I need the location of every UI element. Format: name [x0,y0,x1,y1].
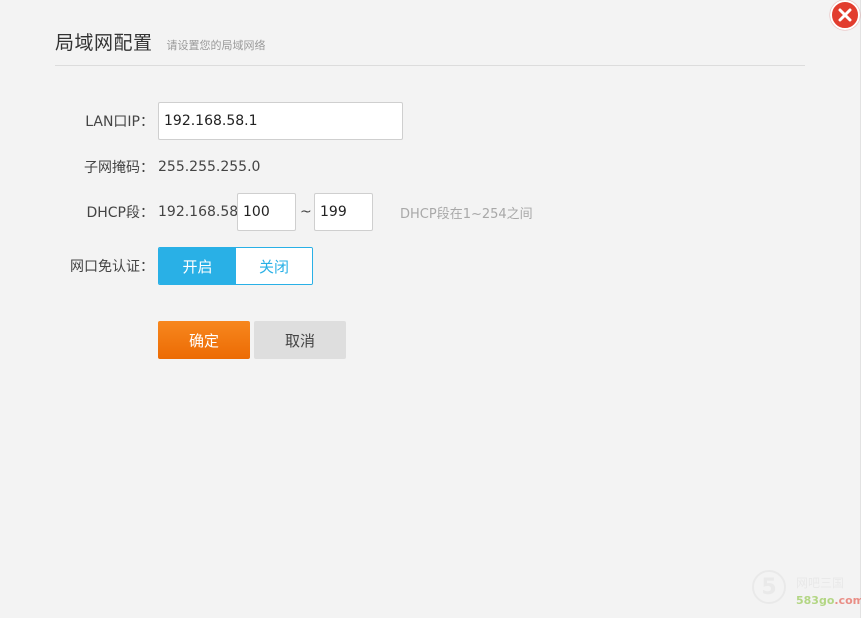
auth-free-row: 网口免认证： [0,247,160,285]
dhcp-row: DHCP段： 192.168.58. ~ DHCP段在1~254之间 [0,193,600,231]
confirm-button[interactable]: 确定 [158,321,250,359]
lan-ip-input[interactable] [158,102,403,140]
lan-ip-label: LAN口IP： [85,114,154,130]
dhcp-start-input[interactable] [237,193,296,231]
dialog-title: 局域网配置 [55,32,153,54]
watermark-text: 网吧三国 [796,576,845,590]
subnet-row: 子网掩码： 255.255.255.0 [0,156,420,178]
dhcp-hint: DHCP段在1~254之间 [400,206,533,222]
watermark-site-prefix: 583go [796,594,835,607]
toggle-on-option[interactable]: 开启 [159,248,236,284]
toggle-off-option[interactable]: 关闭 [236,248,312,284]
cancel-button[interactable]: 取消 [254,321,346,359]
dialog-header: 局域网配置 请设置您的局域网络 [55,28,266,55]
close-button[interactable] [830,0,860,30]
dhcp-separator: ~ [300,204,312,220]
watermark-logo: 5 网吧三国 583go.com [752,570,861,614]
auth-free-toggle: 开启 关闭 [158,247,313,285]
lan-config-dialog: 局域网配置 请设置您的局域网络 LAN口IP： 子网掩码： 255.255.25… [0,0,861,618]
close-icon [838,8,852,22]
lan-ip-row: LAN口IP： [0,102,420,140]
dhcp-label: DHCP段： [86,205,154,221]
watermark-site: 583go.com [796,594,861,607]
dhcp-end-input[interactable] [314,193,373,231]
header-divider [55,65,805,66]
subnet-value: 255.255.255.0 [158,159,261,175]
auth-free-label: 网口免认证： [70,259,154,275]
dhcp-prefix: 192.168.58. [158,204,243,220]
subnet-label: 子网掩码： [84,160,154,176]
watermark-site-suffix: .com [834,594,861,607]
watermark-number: 5 [752,570,786,604]
dialog-subtitle: 请设置您的局域网络 [166,39,266,52]
